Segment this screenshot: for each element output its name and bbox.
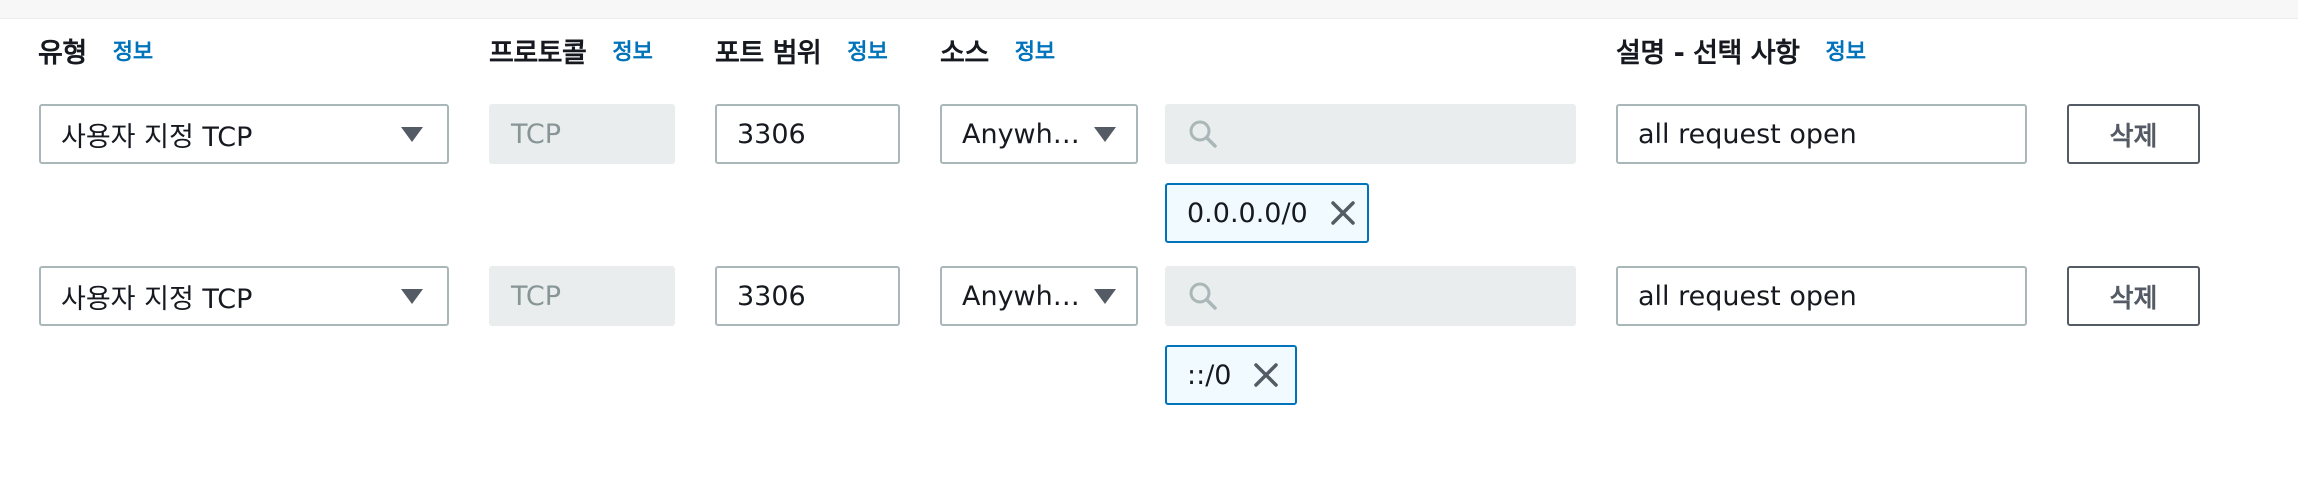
rule-2-source-value: Anywh… xyxy=(962,280,1080,312)
rule-2-source-select[interactable]: Anywh… xyxy=(940,266,1138,326)
rule-1-type-select[interactable]: 사용자 지정 TCP xyxy=(39,104,449,164)
header-source-label: 소스 xyxy=(940,37,989,69)
header-type: 유형 정보 xyxy=(38,30,153,70)
header-description-label: 설명 - 선택 사항 xyxy=(1616,37,1800,69)
close-icon[interactable] xyxy=(1330,200,1356,226)
rule-1-protocol-value: TCP xyxy=(511,118,562,150)
rule-2-cidr-token: ::/0 xyxy=(1165,345,1297,405)
header-type-label: 유형 xyxy=(38,37,87,69)
header-protocol: 프로토콜 정보 xyxy=(489,30,653,70)
rule-2-type-value: 사용자 지정 TCP xyxy=(61,283,253,315)
close-icon[interactable] xyxy=(1253,362,1279,388)
header-source: 소스 정보 xyxy=(940,30,1055,70)
info-link-protocol[interactable]: 정보 xyxy=(612,34,652,66)
info-link-port-range[interactable]: 정보 xyxy=(847,34,887,66)
rule-1-cidr-token: 0.0.0.0/0 xyxy=(1165,183,1369,243)
top-divider xyxy=(0,0,2298,19)
header-port-range-label: 포트 범위 xyxy=(715,37,822,69)
rule-1-delete-button[interactable]: 삭제 xyxy=(2067,104,2200,164)
rule-2-description-value: all request open xyxy=(1638,280,1857,312)
rule-1-protocol-field: TCP xyxy=(489,104,675,164)
rule-1-cidr-token-label: 0.0.0.0/0 xyxy=(1187,197,1308,229)
rule-1-cidr-search-input[interactable] xyxy=(1165,104,1576,164)
rule-1-description-value: all request open xyxy=(1638,118,1857,150)
info-link-type[interactable]: 정보 xyxy=(113,34,153,66)
caret-down-icon xyxy=(1094,288,1116,304)
caret-down-icon xyxy=(1094,126,1116,142)
rule-2-description-input[interactable]: all request open xyxy=(1616,266,2027,326)
rule-1-source-value: Anywh… xyxy=(962,118,1080,150)
rule-2-protocol-value: TCP xyxy=(511,280,562,312)
info-link-source[interactable]: 정보 xyxy=(1015,34,1055,66)
rule-1-type-value: 사용자 지정 TCP xyxy=(61,121,253,153)
header-port-range: 포트 범위 정보 xyxy=(715,30,888,70)
caret-down-icon xyxy=(401,288,423,304)
rule-2-delete-button[interactable]: 삭제 xyxy=(2067,266,2200,326)
rule-1-port-range-value: 3306 xyxy=(737,118,806,150)
search-icon xyxy=(1187,280,1219,312)
rule-2-protocol-field: TCP xyxy=(489,266,675,326)
rule-1-source-select[interactable]: Anywh… xyxy=(940,104,1138,164)
rule-2-cidr-search-input[interactable] xyxy=(1165,266,1576,326)
rule-2-cidr-token-label: ::/0 xyxy=(1187,359,1232,391)
search-icon xyxy=(1187,118,1219,150)
rule-1-port-range-input[interactable]: 3306 xyxy=(715,104,900,164)
caret-down-icon xyxy=(401,126,423,142)
header-description: 설명 - 선택 사항 정보 xyxy=(1616,30,1866,70)
info-link-description[interactable]: 정보 xyxy=(1825,34,1865,66)
rule-2-port-range-value: 3306 xyxy=(737,280,806,312)
rule-2-type-select[interactable]: 사용자 지정 TCP xyxy=(39,266,449,326)
rule-2-port-range-input[interactable]: 3306 xyxy=(715,266,900,326)
rule-1-description-input[interactable]: all request open xyxy=(1616,104,2027,164)
header-protocol-label: 프로토콜 xyxy=(489,37,587,69)
